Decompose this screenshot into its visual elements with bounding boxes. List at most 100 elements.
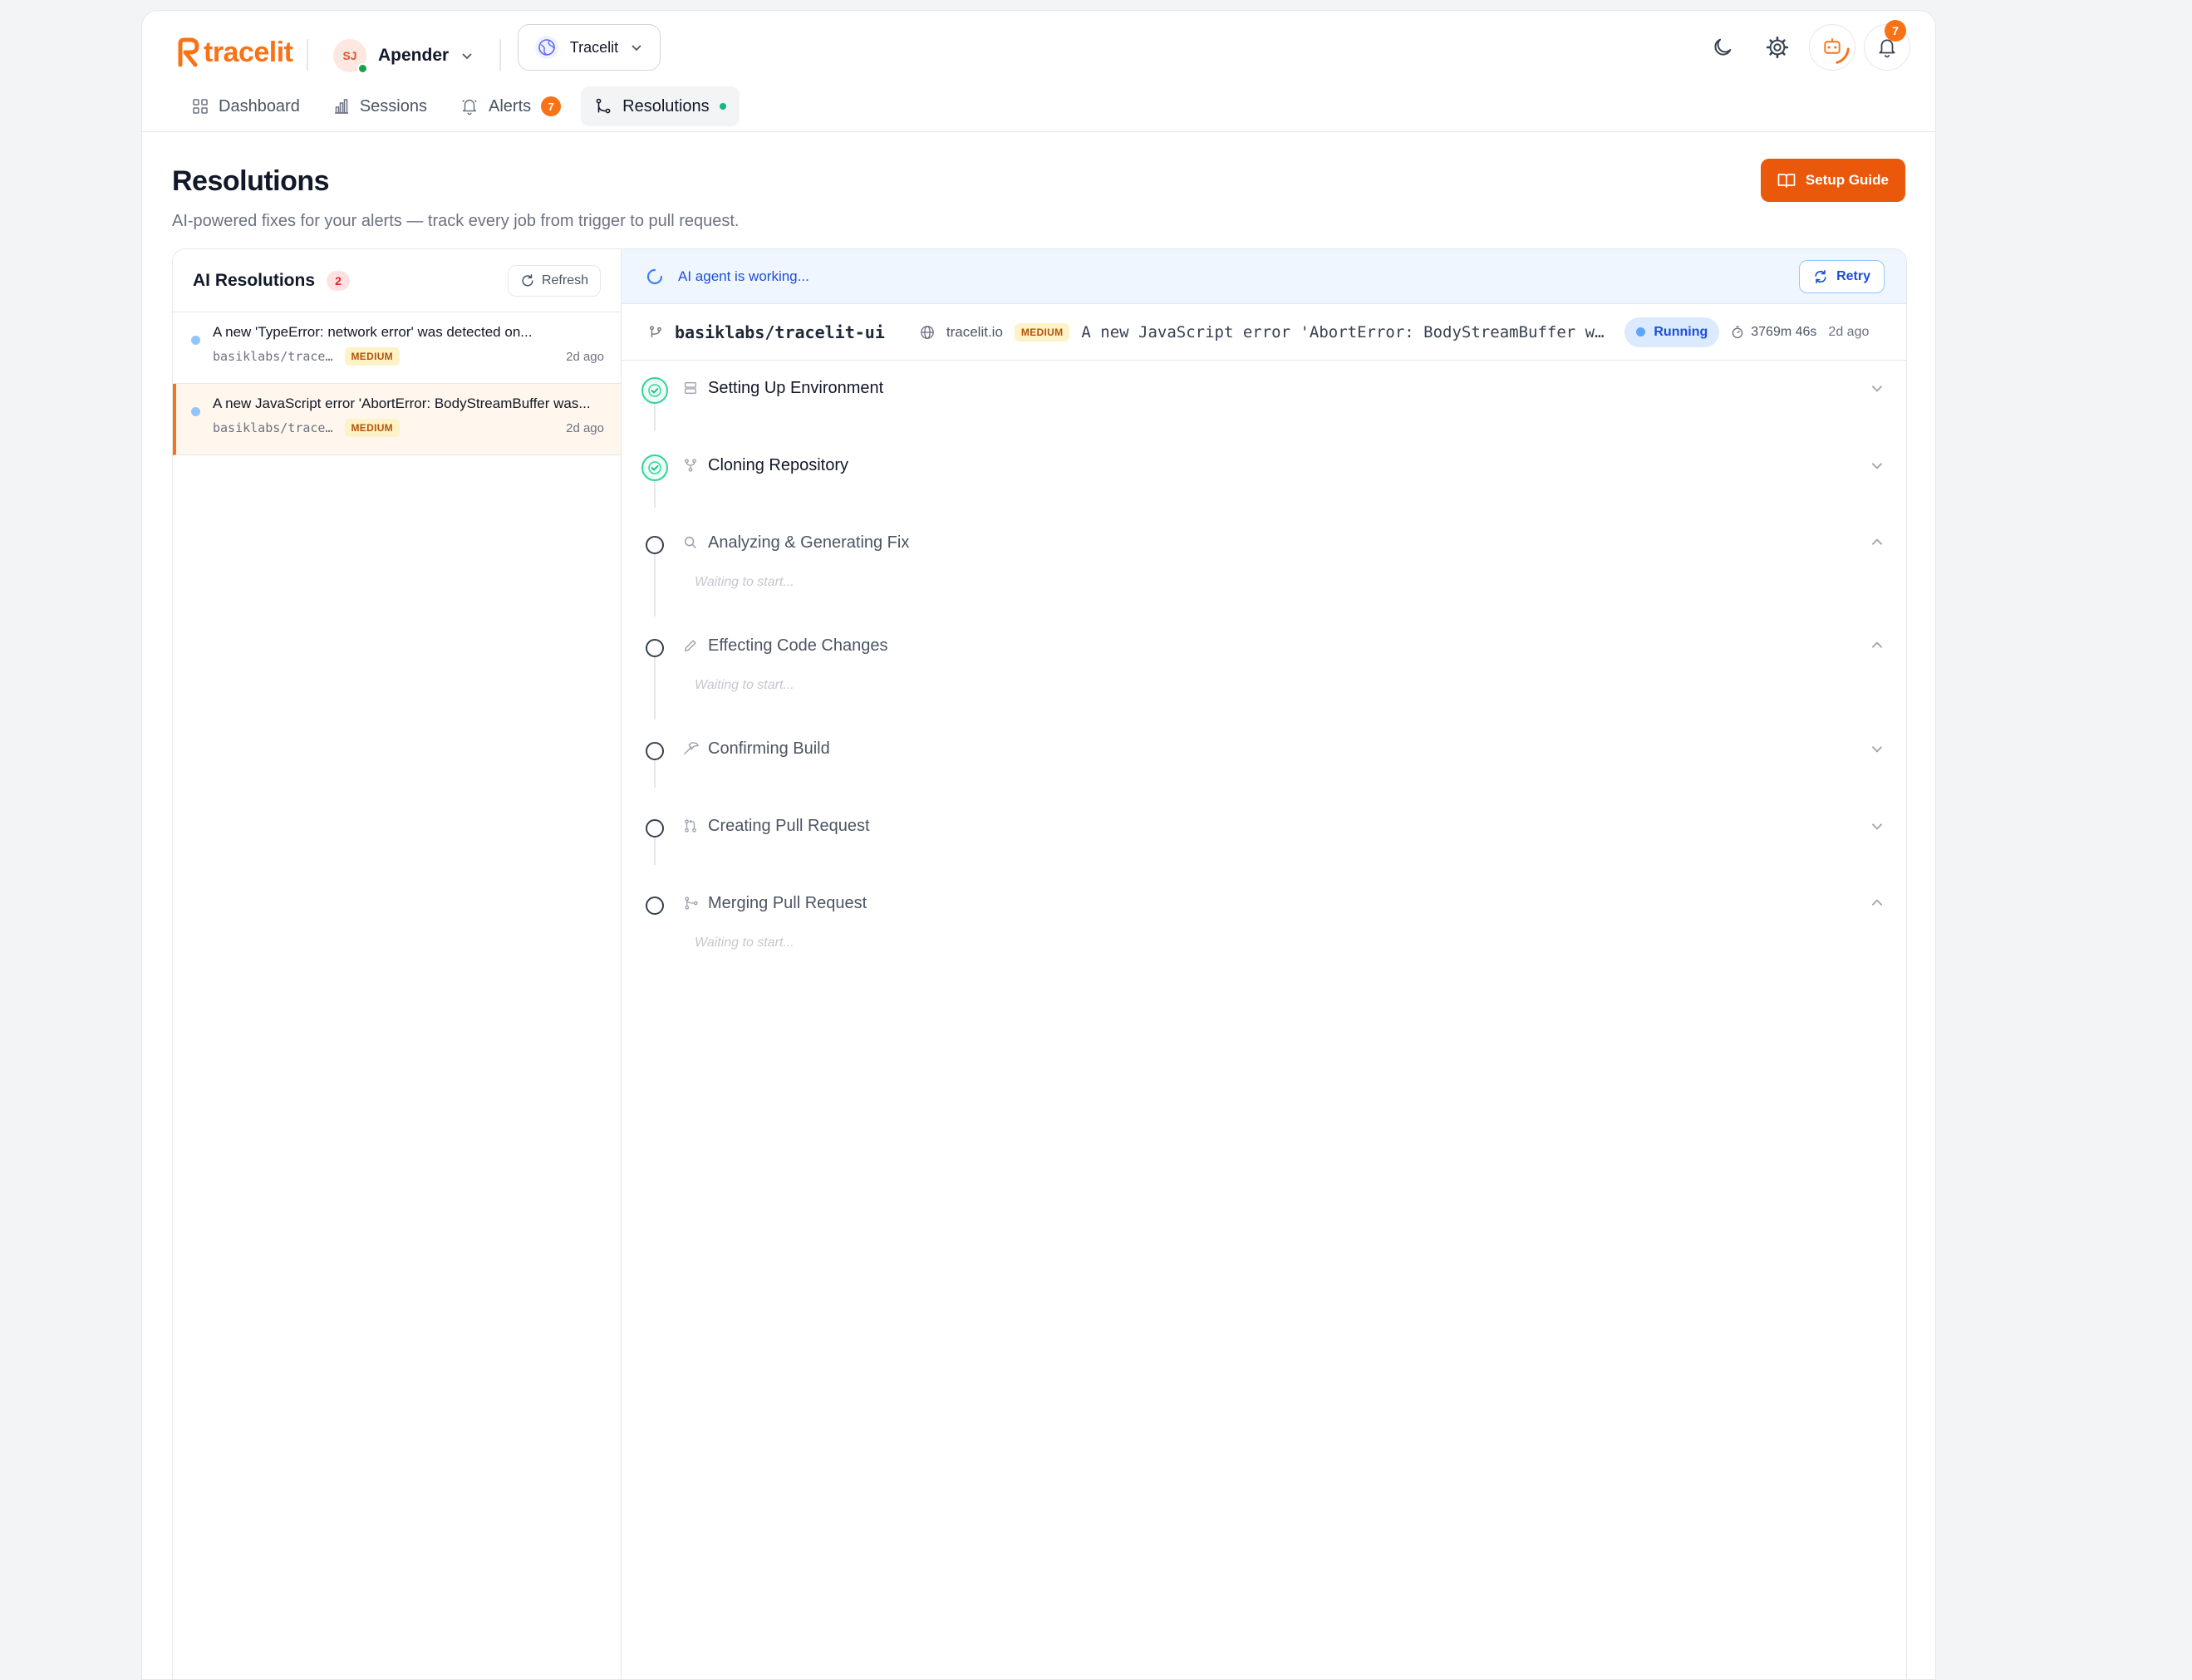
moon-icon [1714,38,1732,56]
chevron-up-icon[interactable] [1870,896,1885,911]
page-title: Resolutions [172,165,330,197]
git-branch-icon [650,325,661,337]
step-note: Waiting to start... [695,936,794,950]
step-note: Waiting to start... [695,678,794,692]
list-count-badge: 2 [327,270,351,291]
bell-icon [462,100,477,115]
spinner-icon [646,268,663,284]
chevron-down-icon[interactable] [1870,458,1885,473]
agent-status-message: AI agent is working... [678,268,809,284]
page-subtitle: AI-powered fixes for your alerts — track… [172,212,740,230]
resolutions-list: AI Resolutions 2 Refresh A new 'TypeErro… [173,249,622,1679]
divider [307,39,308,71]
git-fork-icon [685,459,696,472]
pencil-icon [684,640,696,652]
retry-button[interactable]: Retry [1799,259,1885,293]
notifications-button[interactable]: 7 [1864,20,1910,71]
step-name: Confirming Build [708,739,830,758]
refresh-icon [1815,269,1826,283]
git-branch-icon [596,98,611,114]
list-item[interactable]: A new JavaScript error 'AbortError: Body… [173,384,621,455]
list-header: AI Resolutions 2 Refresh [173,249,621,312]
resolution-meta: basiklabs/trace… MEDIUM 2d ago [213,419,604,437]
chevron-down-icon[interactable] [1870,818,1885,833]
resolutions-panel: AI Resolutions 2 Refresh A new 'TypeErro… [172,248,1907,1679]
setup-guide-button[interactable]: Setup Guide [1760,159,1905,202]
settings-button[interactable] [1754,24,1801,71]
gear-icon [1766,36,1789,59]
job-title: A new JavaScript error 'AbortError: Body… [1081,322,1614,341]
chevron-down-icon [632,45,641,52]
chevron-up-icon[interactable] [1870,638,1885,653]
pending-circle-icon [646,639,664,657]
list-item[interactable]: A new 'TypeError: network error' was det… [173,312,621,384]
globe-icon [535,36,558,59]
top-actions: 7 [1699,20,1910,72]
status-label: Running [1654,324,1708,339]
resolution-meta: basiklabs/trace… MEDIUM 2d ago [213,347,604,366]
step-name: Setting Up Environment [708,379,884,397]
step-connector [654,400,656,430]
avatar-initials: SJ [342,49,357,62]
project-switcher[interactable]: Tracelit [518,24,661,71]
resolution-repo: basiklabs/trace… [213,349,333,364]
project-name: Tracelit [569,38,619,56]
job-host: tracelit.io [946,323,1003,340]
job-repo: basiklabs/tracelit-ui [675,322,885,342]
pending-circle-icon [646,819,664,838]
nav-dashboard[interactable]: Dashboard [179,86,313,126]
resolution-repo: basiklabs/trace… [213,420,333,435]
pending-circle-icon [646,742,664,760]
main-nav: Dashboard Sessions Alerts 7 Resolutions [179,86,740,127]
setup-guide-label: Setup Guide [1805,172,1889,188]
brand-name: tracelit [204,36,293,68]
step-name: Merging Pull Request [708,894,867,912]
resolution-time: 2d ago [566,349,604,364]
server-icon [685,382,696,394]
workspace-switcher[interactable]: SJ Apender [333,36,474,76]
ai-agent-button[interactable] [1809,24,1855,71]
severity-badge: MEDIUM [1014,322,1070,341]
refresh-icon [522,273,533,286]
chevron-up-icon[interactable] [1870,535,1885,550]
workspace-name: Apender [378,46,450,65]
active-status-dot [719,103,726,110]
check-circle-icon [641,454,668,481]
status-badge: Running [1624,317,1720,347]
job-duration: 3769m 46s [1731,325,1816,340]
git-pull-request-icon [685,819,696,833]
hammer-icon [684,742,699,755]
step-name: Cloning Repository [708,456,848,474]
step-name: Analyzing & Generating Fix [708,533,910,552]
git-merge-icon [685,896,698,910]
search-icon [684,536,696,548]
theme-toggle-button[interactable] [1699,24,1746,71]
app-window: tracelit SJ Apender Tracelit 7 Dashboard… [141,10,1936,1680]
nav-sessions[interactable]: Sessions [320,86,440,126]
resolution-time: 2d ago [566,420,604,435]
nav-resolutions[interactable]: Resolutions [581,86,740,126]
step-connector [654,552,656,616]
nav-alerts[interactable]: Alerts 7 [447,86,574,126]
tracelit-logo-icon [178,37,199,67]
step-name: Creating Pull Request [708,817,870,835]
nav-label: Alerts [489,96,532,115]
unread-dot [191,336,200,345]
severity-badge: MEDIUM [344,419,400,437]
nav-label: Sessions [359,96,427,115]
brand-logo[interactable]: tracelit [175,29,293,76]
chevron-down-icon[interactable] [1870,741,1885,756]
refresh-button[interactable]: Refresh [507,264,601,297]
agent-status-bar: AI agent is working... Retry [622,249,1906,304]
chevron-down-icon[interactable] [1870,381,1885,395]
list-title: AI Resolutions [193,270,316,290]
resolution-title: A new JavaScript error 'AbortError: Body… [213,395,591,411]
step-name: Effecting Code Changes [708,636,888,655]
unread-dot [191,407,200,416]
notification-count-badge: 7 [1885,20,1906,42]
check-circle-icon [641,377,668,404]
job-info-bar: basiklabs/tracelit-ui tracelit.io MEDIUM… [622,304,1906,361]
severity-badge: MEDIUM [344,347,400,366]
globe-icon [921,325,934,339]
step-connector [654,758,656,788]
